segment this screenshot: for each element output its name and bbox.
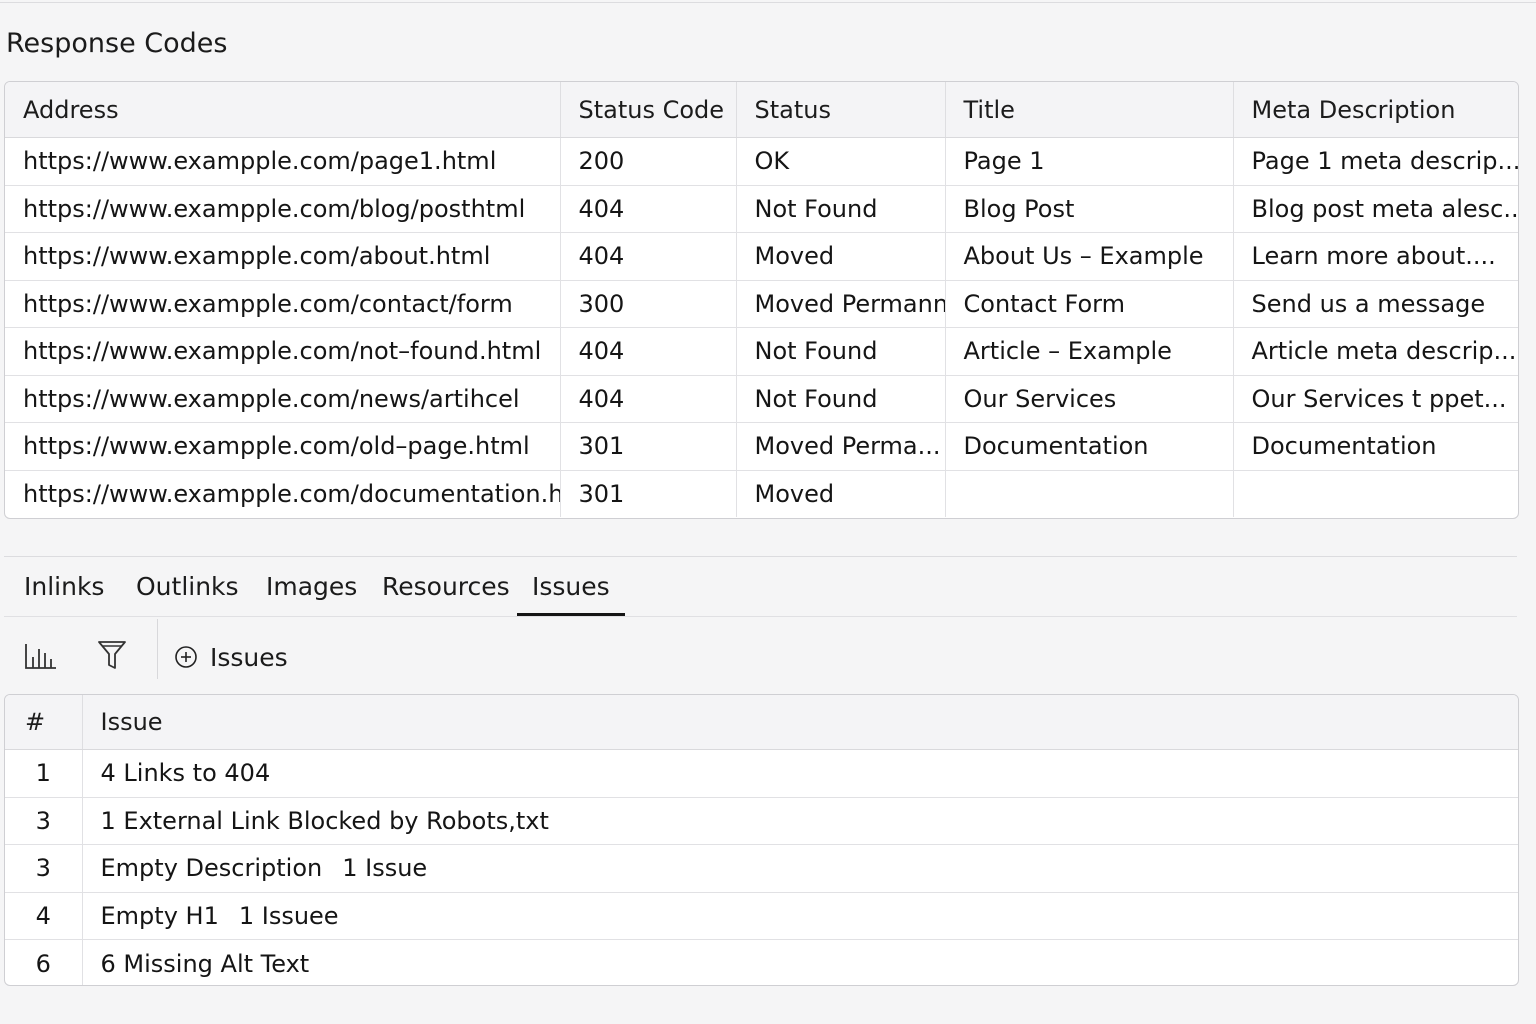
- cell-meta-description: Blog post meta alesc...: [1233, 185, 1518, 233]
- issue-text: Empty H1: [100, 902, 219, 931]
- cell-address: https://www.exampple.com/old–page.html: [5, 422, 561, 471]
- cell-meta-description: Our Services t ppet...: [1233, 375, 1518, 423]
- cell-issue: 4 Links to 404: [82, 749, 1518, 798]
- cell-status-code: 200: [560, 137, 737, 186]
- table-header-row: # Issue: [5, 695, 1518, 750]
- table-header-row: Address Status Code Status Title Meta De…: [5, 82, 1518, 138]
- cell-meta-description: Send us a message: [1233, 280, 1518, 328]
- cell-status: Moved Perma...: [736, 422, 946, 471]
- cell-title: Contact Form: [945, 280, 1234, 328]
- table-row[interactable]: 6 6 Missing Alt Text: [5, 939, 1518, 985]
- cell-status: Moved: [736, 470, 946, 517]
- cell-address: https://www.exampple.com/documentation.h: [5, 470, 561, 517]
- tab-images[interactable]: Images: [266, 572, 357, 601]
- cell-status-code: 301: [560, 470, 737, 517]
- tab-inlinks[interactable]: Inlinks: [24, 572, 104, 601]
- bar-chart-icon: [25, 644, 56, 669]
- table-row[interactable]: https://www.exampple.com/page1.html 200 …: [5, 137, 1518, 186]
- add-issues-button[interactable]: Issues: [174, 639, 288, 675]
- cell-status: OK: [736, 137, 946, 186]
- toolbar: Issues: [4, 617, 1517, 693]
- tab-bar: Inlinks Outlinks Images Resources Issues: [4, 564, 1517, 617]
- cell-issue: Empty Description 1 Issue: [82, 844, 1518, 893]
- cell-meta-description: Page 1 meta descrip...: [1233, 137, 1518, 186]
- cell-title: [945, 470, 1234, 517]
- tab-issues[interactable]: Issues: [517, 572, 625, 616]
- cell-number: 1: [5, 749, 83, 798]
- cell-meta-description: [1233, 470, 1518, 517]
- column-header-status-code[interactable]: Status Code: [560, 82, 737, 138]
- cell-number: 3: [5, 797, 83, 846]
- cell-address: https://www.exampple.com/not–found.html: [5, 327, 561, 376]
- cell-meta-description: Article meta descrip...: [1233, 327, 1518, 376]
- chart-button[interactable]: [21, 635, 61, 675]
- cell-number: 3: [5, 844, 83, 893]
- table-row[interactable]: 3 Empty Description 1 Issue: [5, 844, 1518, 893]
- table-row[interactable]: https://www.exampple.com/documentation.h…: [5, 470, 1518, 517]
- column-header-number[interactable]: #: [5, 695, 83, 750]
- issue-text: 6 Missing Alt Text: [100, 949, 310, 978]
- table-row[interactable]: 4 Empty H1 1 Issuee: [5, 892, 1518, 941]
- add-issues-label: Issues: [210, 642, 288, 672]
- tab-outlinks[interactable]: Outlinks: [136, 572, 239, 601]
- column-header-meta-description[interactable]: Meta Description: [1233, 82, 1518, 138]
- cell-title: Blog Post: [945, 185, 1234, 233]
- cell-meta-description: Documentation: [1233, 422, 1518, 471]
- cell-number: 4: [5, 892, 83, 941]
- table-row[interactable]: https://www.exampple.com/old–page.html 3…: [5, 422, 1518, 471]
- tabs-divider: [4, 556, 1517, 557]
- cell-address: https://www.exampple.com/page1.html: [5, 137, 561, 186]
- cell-status-code: 404: [560, 232, 737, 281]
- tab-resources[interactable]: Resources: [382, 572, 510, 601]
- cell-address: https://www.exampple.com/blog/posthtml: [5, 185, 561, 233]
- cell-title: Article – Example: [945, 327, 1234, 376]
- cell-title: About Us – Example: [945, 232, 1234, 281]
- cell-status: Not Found: [736, 327, 946, 376]
- cell-meta-description: Learn more about....: [1233, 232, 1518, 281]
- cell-status: Moved: [736, 232, 946, 281]
- cell-number: 6: [5, 939, 83, 985]
- cell-status-code: 301: [560, 422, 737, 471]
- cell-title: Our Services: [945, 375, 1234, 423]
- table-row[interactable]: https://www.exampple.com/contact/form 30…: [5, 280, 1518, 328]
- column-header-title[interactable]: Title: [945, 82, 1234, 138]
- issues-table: # Issue 1 4 Links to 404 3 1 External Li…: [4, 694, 1519, 986]
- column-header-address[interactable]: Address: [5, 82, 561, 138]
- cell-status-code: 404: [560, 327, 737, 376]
- issue-text: 4 Links to 404: [100, 759, 271, 788]
- cell-status-code: 404: [560, 375, 737, 423]
- filter-button[interactable]: [92, 635, 132, 675]
- cell-status-code: 404: [560, 185, 737, 233]
- table-row[interactable]: https://www.exampple.com/blog/posthtml 4…: [5, 185, 1518, 233]
- issue-count: 1 Issuee: [238, 902, 339, 931]
- table-row[interactable]: 3 1 External Link Blocked by Robots,txt: [5, 797, 1518, 846]
- column-header-status[interactable]: Status: [736, 82, 946, 138]
- cell-title: Page 1: [945, 137, 1234, 186]
- issue-text: Empty Description: [100, 854, 323, 883]
- cell-address: https://www.exampple.com/contact/form: [5, 280, 561, 328]
- table-row[interactable]: 1 4 Links to 404: [5, 749, 1518, 798]
- cell-status: Not Found: [736, 185, 946, 233]
- cell-issue: Empty H1 1 Issuee: [82, 892, 1518, 941]
- cell-status: Moved Permannt: [736, 280, 946, 328]
- table-row[interactable]: https://www.exampple.com/not–found.html …: [5, 327, 1518, 376]
- column-header-issue[interactable]: Issue: [82, 695, 1518, 750]
- cell-issue: 1 External Link Blocked by Robots,txt: [82, 797, 1518, 846]
- section-title: Response Codes: [6, 28, 228, 59]
- table-row[interactable]: https://www.exampple.com/about.html 404 …: [5, 232, 1518, 281]
- top-divider: [0, 2, 1536, 3]
- cell-issue: 6 Missing Alt Text: [82, 940, 1518, 985]
- cell-address: https://www.exampple.com/about.html: [5, 232, 561, 281]
- cell-status: Not Found: [736, 375, 946, 423]
- cell-status-code: 300: [560, 280, 737, 328]
- issue-text: 1 External Link Blocked by Robots,txt: [100, 806, 549, 835]
- issue-count: 1 Issue: [342, 854, 428, 883]
- response-codes-table: Address Status Code Status Title Meta De…: [4, 81, 1519, 519]
- cell-address: https://www.exampple.com/news/artihcel: [5, 375, 561, 423]
- table-row[interactable]: https://www.exampple.com/news/artihcel 4…: [5, 375, 1518, 423]
- cell-title: Documentation: [945, 422, 1234, 471]
- filter-icon: [98, 641, 126, 669]
- plus-circle-icon: [175, 646, 197, 668]
- toolbar-separator: [157, 619, 158, 679]
